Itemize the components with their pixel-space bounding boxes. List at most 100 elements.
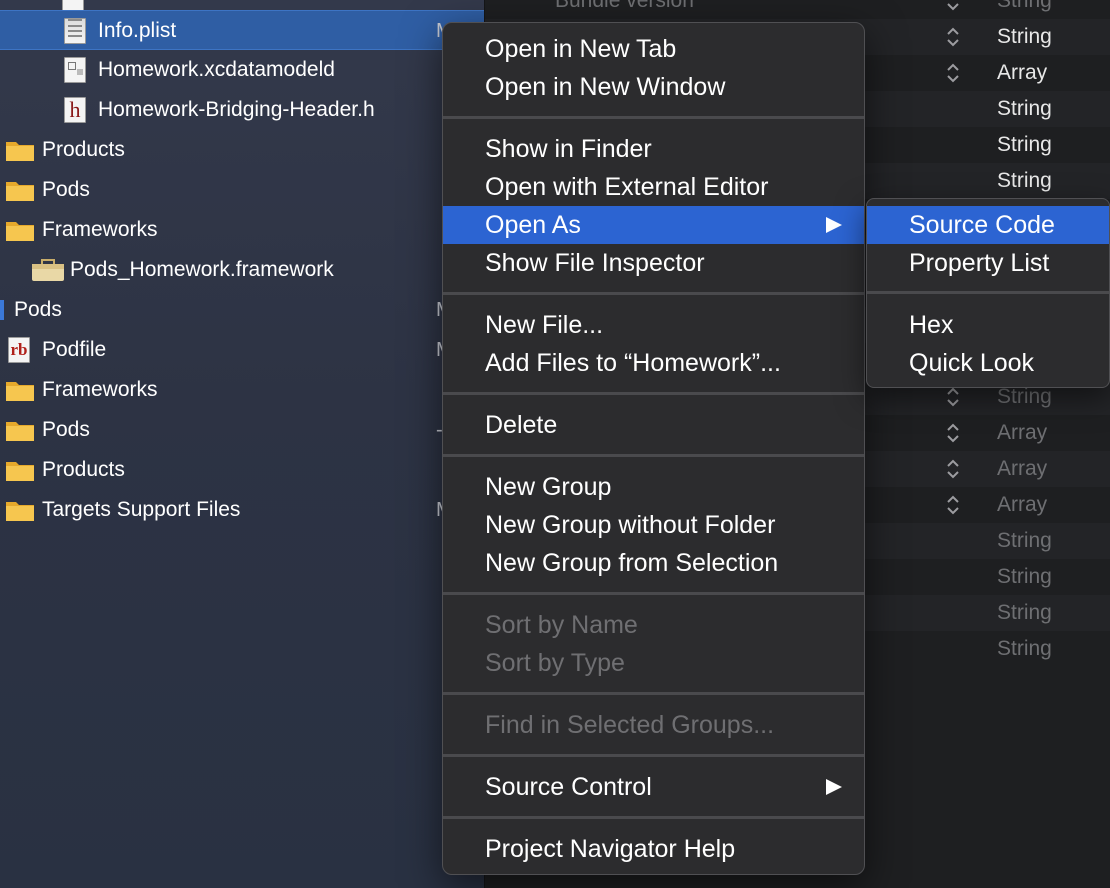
menu-separator: [443, 454, 864, 457]
plist-type[interactable]: String: [997, 595, 1052, 631]
menu-item-show-in-finder[interactable]: Show in Finder: [443, 130, 864, 168]
menu-item-label: Source Code: [909, 211, 1055, 239]
project-navigator: Info.plist M Homework.xcdatamodeld h Hom…: [0, 0, 485, 888]
tree-row-info-plist[interactable]: Info.plist M: [0, 10, 484, 50]
plist-type[interactable]: String: [997, 163, 1052, 199]
type-stepper-icon[interactable]: [945, 61, 961, 85]
plist-type[interactable]: Array: [997, 55, 1047, 91]
plist-type[interactable]: String: [997, 19, 1052, 55]
menu-item-label: Open in New Window: [485, 73, 726, 101]
menu-separator: [443, 592, 864, 595]
tree-row-pods[interactable]: Pods: [0, 170, 484, 210]
type-stepper-icon[interactable]: [945, 457, 961, 481]
menu-item-add-files[interactable]: Add Files to “Homework”...: [443, 344, 864, 382]
plist-row[interactable]: Bundle version String: [485, 0, 1110, 19]
tree-row-targets-support-files[interactable]: Targets Support Files M: [0, 490, 484, 530]
type-stepper-icon[interactable]: [945, 421, 961, 445]
menu-item-show-file-inspector[interactable]: Show File Inspector: [443, 244, 864, 282]
menu-separator: [443, 816, 864, 819]
menu-item-open-in-new-tab[interactable]: Open in New Tab: [443, 30, 864, 68]
menu-item-new-group[interactable]: New Group: [443, 468, 864, 506]
menu-separator: [443, 292, 864, 295]
menu-item-open-with-external-editor[interactable]: Open with External Editor: [443, 168, 864, 206]
menu-item-label: Hex: [909, 311, 954, 339]
folder-icon: [6, 422, 34, 441]
menu-separator: [867, 291, 1109, 294]
menu-separator: [443, 692, 864, 695]
folder-icon: [6, 502, 34, 521]
tree-row-label: Pods: [42, 418, 90, 441]
folder-icon: [6, 222, 34, 241]
tree-row-label: Pods_Homework.framework: [70, 258, 334, 281]
type-stepper-icon[interactable]: [945, 25, 961, 49]
tree-row-label: Podfile: [42, 338, 107, 361]
context-menu: Open in New Tab Open in New Window Show …: [442, 22, 865, 875]
plist-type[interactable]: String: [997, 631, 1052, 667]
menu-item-label: Open As: [485, 211, 581, 239]
tree-row-pods-2[interactable]: Pods -: [0, 410, 484, 450]
menu-item-project-navigator-help[interactable]: Project Navigator Help: [443, 830, 864, 868]
tree-row-label: Pods: [14, 298, 62, 321]
menu-item-open-as[interactable]: Open As: [443, 206, 864, 244]
tree-row-podfile[interactable]: rb Podfile M: [0, 330, 484, 370]
submenu-arrow-icon: [826, 217, 842, 233]
menu-item-open-in-new-window[interactable]: Open in New Window: [443, 68, 864, 106]
submenu-item-property-list[interactable]: Property List: [867, 244, 1109, 282]
menu-item-label: Sort by Type: [485, 649, 625, 677]
plist-type[interactable]: String: [997, 559, 1052, 595]
menu-item-label: Delete: [485, 411, 558, 439]
tree-row-products[interactable]: Products: [0, 130, 484, 170]
menu-item-label: New Group without Folder: [485, 511, 776, 539]
submenu-item-hex[interactable]: Hex: [867, 306, 1109, 344]
tree-row-label: Targets Support Files: [42, 498, 241, 521]
tree-row-products-2[interactable]: Products: [0, 450, 484, 490]
tree-row-label: Frameworks: [42, 218, 158, 241]
menu-item-label: Sort by Name: [485, 611, 638, 639]
submenu-item-source-code[interactable]: Source Code: [867, 206, 1109, 244]
menu-item-label: Quick Look: [909, 349, 1035, 377]
tree-row-label: Pods: [42, 178, 90, 201]
type-stepper-icon[interactable]: [945, 493, 961, 517]
tree-row-label: Homework-Bridging-Header.h: [98, 98, 375, 121]
tree-row-label: Homework.xcdatamodeld: [98, 58, 335, 81]
type-stepper-icon[interactable]: [945, 0, 961, 13]
tree-row-frameworks-2[interactable]: Frameworks: [0, 370, 484, 410]
plist-type[interactable]: Array: [997, 415, 1047, 451]
menu-item-label: New File...: [485, 311, 604, 339]
plist-type[interactable]: String: [997, 523, 1052, 559]
menu-item-sort-by-name: Sort by Name: [443, 606, 864, 644]
plist-type[interactable]: String: [997, 0, 1052, 19]
menu-item-delete[interactable]: Delete: [443, 406, 864, 444]
tree-row-label: Products: [42, 458, 125, 481]
tree-row-bridging-header[interactable]: h Homework-Bridging-Header.h: [0, 90, 484, 130]
plist-type[interactable]: String: [997, 127, 1052, 163]
menu-item-label: Show in Finder: [485, 135, 652, 163]
type-stepper-icon[interactable]: [945, 385, 961, 409]
menu-item-new-group-without-folder[interactable]: New Group without Folder: [443, 506, 864, 544]
tree-row-data-model[interactable]: Homework.xcdatamodeld: [0, 50, 484, 90]
menu-item-new-group-from-selection[interactable]: New Group from Selection: [443, 544, 864, 582]
plist-type[interactable]: Array: [997, 487, 1047, 523]
submenu-arrow-icon: [826, 779, 842, 795]
framework-icon: [32, 259, 64, 281]
tree-row-label: Info.plist: [98, 19, 177, 42]
menu-item-source-control[interactable]: Source Control: [443, 768, 864, 806]
menu-separator: [443, 116, 864, 119]
menu-item-label: Show File Inspector: [485, 249, 705, 277]
header-file-icon: h: [64, 97, 86, 123]
ruby-file-icon: rb: [8, 337, 30, 363]
menu-item-label: Add Files to “Homework”...: [485, 349, 781, 377]
menu-item-new-file[interactable]: New File...: [443, 306, 864, 344]
plist-type[interactable]: Array: [997, 451, 1047, 487]
plist-file-icon: [64, 18, 86, 44]
tree-row-pods-framework[interactable]: Pods_Homework.framework: [0, 250, 484, 290]
tree-row-pods-project[interactable]: Pods M: [0, 290, 484, 330]
submenu-item-quick-look[interactable]: Quick Look: [867, 344, 1109, 382]
plist-type[interactable]: String: [997, 91, 1052, 127]
menu-item-find-in-selected-groups: Find in Selected Groups...: [443, 706, 864, 744]
open-as-submenu: Source Code Property List Hex Quick Look: [866, 198, 1110, 388]
menu-separator: [443, 392, 864, 395]
menu-item-label: Source Control: [485, 773, 652, 801]
menu-item-label: New Group: [485, 473, 612, 501]
tree-row-frameworks[interactable]: Frameworks: [0, 210, 484, 250]
